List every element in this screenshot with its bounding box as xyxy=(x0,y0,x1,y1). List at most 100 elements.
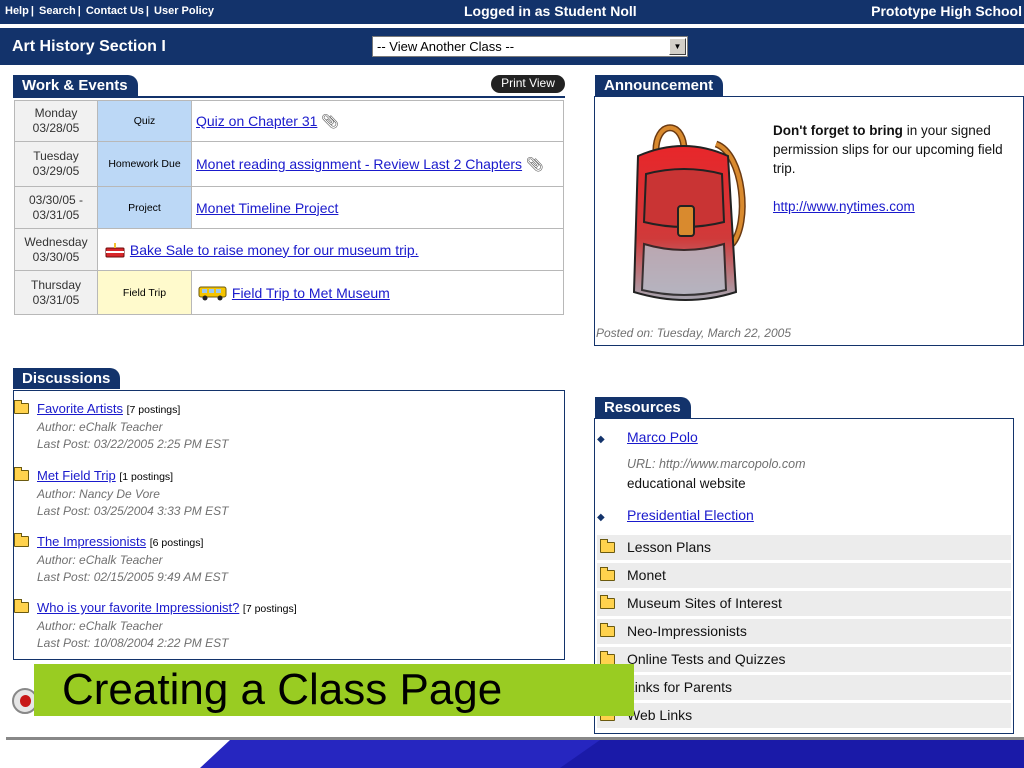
discussion-last-post: Last Post: 03/22/2005 2:25 PM EST xyxy=(37,437,229,451)
separator: | xyxy=(145,5,149,17)
posting-count: [1 postings] xyxy=(119,471,174,483)
quiz-chapter-31-link[interactable]: Quiz on Chapter 31 xyxy=(196,113,317,129)
resource-url: URL: http://www.marcopolo.com xyxy=(627,457,806,471)
resource-folder-online-tests[interactable]: Online Tests and Quizzes xyxy=(597,647,1011,672)
resource-description: educational website xyxy=(627,476,746,491)
resources-tab: Resources xyxy=(595,397,691,418)
school-name: Prototype High School xyxy=(871,3,1022,19)
table-row: Wednesday 03/30/05 Bake Sale to raise mon… xyxy=(14,228,564,271)
bullet-icon: ◆ xyxy=(597,512,605,523)
utility-links: Help | Search | Contact Us | User Policy xyxy=(5,5,214,17)
work-events-rule xyxy=(13,96,565,98)
resource-link-item: ◆ Presidential Election xyxy=(597,507,754,523)
resource-folder-lesson-plans[interactable]: Lesson Plans xyxy=(597,535,1011,560)
event-type-homework: Homework Due xyxy=(97,141,192,187)
bullet-icon: ◆ xyxy=(597,434,605,445)
discussion-last-post: Last Post: 02/15/2005 9:49 AM EST xyxy=(37,570,229,584)
folder-icon xyxy=(600,567,615,581)
discussion-met-field-trip-link[interactable]: Met Field Trip xyxy=(37,468,116,483)
folder-icon xyxy=(600,595,615,609)
discussion-item: The Impressionists [6 postings] Author: … xyxy=(14,533,228,586)
announcement-bold: Don't forget to bring xyxy=(773,123,903,138)
table-row: Monday 03/28/05 Quiz Quiz on Chapter 31 📎… xyxy=(14,100,564,142)
folder-icon xyxy=(14,533,29,547)
work-events-tab: Work & Events xyxy=(13,75,138,96)
event-date: Thursday 03/31/05 xyxy=(14,270,98,315)
table-row: 03/30/05 -03/31/05 Project Monet Timelin… xyxy=(14,186,564,229)
separator: | xyxy=(77,5,81,17)
marco-polo-link[interactable]: Marco Polo xyxy=(627,429,698,445)
work-events-table: Monday 03/28/05 Quiz Quiz on Chapter 31 📎… xyxy=(14,100,564,315)
nytimes-link[interactable]: http://www.nytimes.com xyxy=(773,199,915,214)
discussions-tab: Discussions xyxy=(13,368,121,389)
announcement-posted-date: Posted on: Tuesday, March 22, 2005 xyxy=(596,326,792,340)
folder-icon xyxy=(600,539,615,553)
folder-icon xyxy=(14,599,29,613)
view-another-class-select[interactable]: -- View Another Class -- ▼ xyxy=(372,36,688,57)
bake-sale-link[interactable]: Bake Sale to raise money for our museum … xyxy=(130,242,419,258)
resource-folder-monet[interactable]: Monet xyxy=(597,563,1011,588)
event-type-quiz: Quiz xyxy=(97,100,192,142)
print-view-button[interactable]: Print View xyxy=(491,75,565,93)
posting-count: [7 postings] xyxy=(242,603,297,615)
top-bar: Help | Search | Contact Us | User Policy Lo… xyxy=(0,0,1024,24)
monet-reading-link[interactable]: Monet reading assignment - Review Last 2… xyxy=(196,156,522,172)
contact-us-link[interactable]: Contact Us xyxy=(86,5,144,17)
folder-icon xyxy=(14,400,29,414)
discussion-favorite-impressionist-link[interactable]: Who is your favorite Impressionist? xyxy=(37,600,239,615)
met-field-trip-link[interactable]: Field Trip to Met Museum xyxy=(232,285,390,301)
cake-icon xyxy=(105,242,125,257)
resource-link-item: ◆ Marco Polo xyxy=(597,429,698,445)
discussion-last-post: Last Post: 03/25/2004 3:33 PM EST xyxy=(37,504,229,518)
discussion-impressionists-link[interactable]: The Impressionists xyxy=(37,534,146,549)
separator: | xyxy=(30,5,34,17)
login-status: Logged in as Student Noll xyxy=(464,3,637,19)
posting-count: [7 postings] xyxy=(126,404,181,416)
paperclip-icon[interactable]: 📎︎ xyxy=(526,156,544,172)
decorative-swoosh xyxy=(200,740,1024,768)
posting-count: [6 postings] xyxy=(149,537,204,549)
resource-folder-neo-impressionists[interactable]: Neo-Impressionists xyxy=(597,619,1011,644)
resource-folder-links-for-parents[interactable]: Links for Parents xyxy=(597,675,1011,700)
discussion-author: Author: Nancy De Vore xyxy=(37,487,160,501)
help-link[interactable]: Help xyxy=(5,5,29,17)
event-date: Tuesday 03/29/05 xyxy=(14,141,98,187)
event-content: Bake Sale to raise money for our museum … xyxy=(97,228,564,271)
discussion-last-post: Last Post: 10/08/2004 2:22 PM EST xyxy=(37,636,229,650)
event-type-project: Project xyxy=(97,186,192,229)
class-title: Art History Section I xyxy=(12,38,166,55)
event-content: Quiz on Chapter 31 📎︎ xyxy=(191,100,564,142)
paperclip-icon[interactable]: 📎︎ xyxy=(321,113,339,129)
backpack-icon xyxy=(632,124,746,301)
discussion-item: Who is your favorite Impressionist? [7 p… xyxy=(14,599,297,652)
slide-caption: Creating a Class Page xyxy=(34,664,634,716)
discussion-item: Met Field Trip [1 postings] Author: Nanc… xyxy=(14,467,228,520)
class-select-value: -- View Another Class -- xyxy=(377,39,515,54)
discussion-item: Favorite Artists [7 postings] Author: eC… xyxy=(14,400,228,453)
table-row: Tuesday 03/29/05 Homework Due Monet readi… xyxy=(14,141,564,187)
event-date: 03/30/05 -03/31/05 xyxy=(14,186,98,229)
monet-timeline-link[interactable]: Monet Timeline Project xyxy=(196,200,338,216)
folder-icon xyxy=(14,467,29,481)
presidential-election-link[interactable]: Presidential Election xyxy=(627,507,754,523)
search-link[interactable]: Search xyxy=(39,5,76,17)
resource-folder-web-links[interactable]: Web Links xyxy=(597,703,1011,728)
event-content: Monet reading assignment - Review Last 2… xyxy=(191,141,564,187)
event-content: Field Trip to Met Museum xyxy=(191,270,564,315)
announcement-tab: Announcement xyxy=(595,75,724,96)
discussion-favorite-artists-link[interactable]: Favorite Artists xyxy=(37,401,123,416)
announcement-text: Don't forget to bring in your signed per… xyxy=(773,121,1023,216)
discussion-author: Author: eChalk Teacher xyxy=(37,553,163,567)
table-row: Thursday 03/31/05 Field Trip Field Trip t… xyxy=(14,270,564,315)
user-policy-link[interactable]: User Policy xyxy=(154,5,214,17)
event-date: Monday 03/28/05 xyxy=(14,100,98,142)
event-type-field-trip: Field Trip xyxy=(97,270,192,315)
bus-icon xyxy=(198,286,227,300)
folder-icon xyxy=(600,623,615,637)
event-date: Wednesday 03/30/05 xyxy=(14,228,98,271)
discussion-author: Author: eChalk Teacher xyxy=(37,619,163,633)
discussion-author: Author: eChalk Teacher xyxy=(37,420,163,434)
resource-folder-museum-sites[interactable]: Museum Sites of Interest xyxy=(597,591,1011,616)
dropdown-arrow-icon[interactable]: ▼ xyxy=(669,38,686,55)
event-content: Monet Timeline Project xyxy=(191,186,564,229)
